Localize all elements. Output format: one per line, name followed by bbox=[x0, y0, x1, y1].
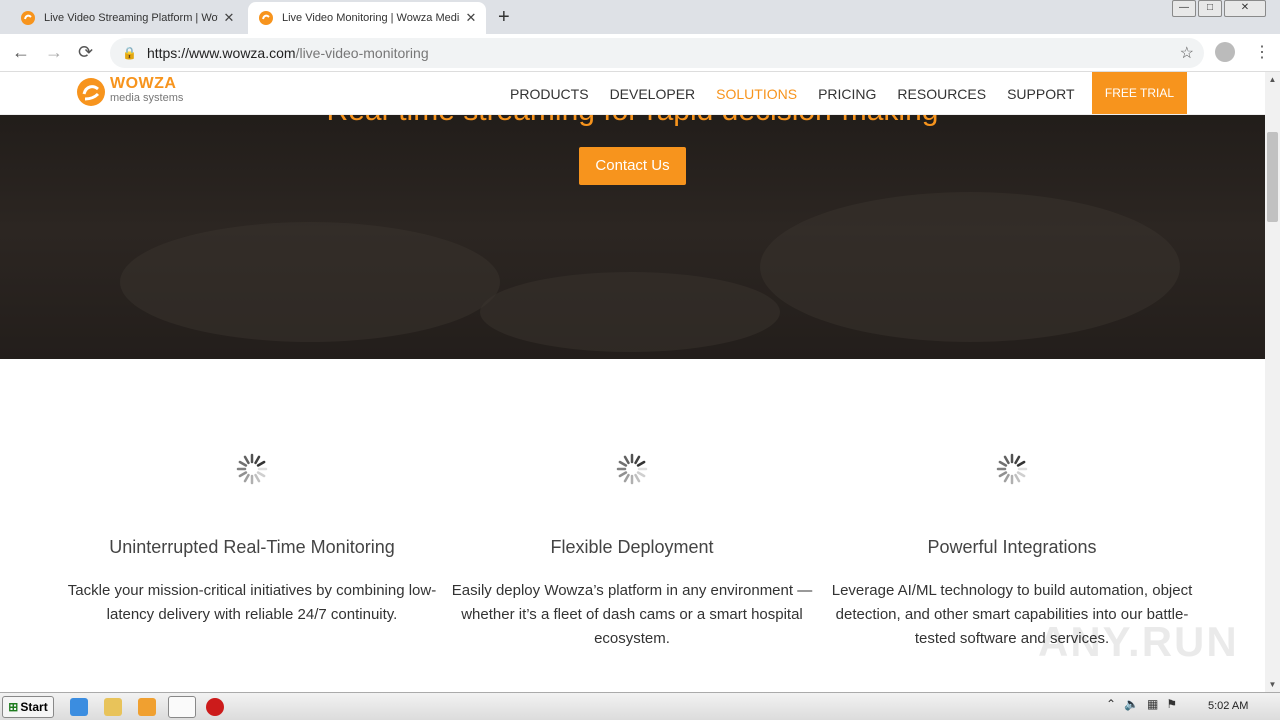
new-tab-icon[interactable]: + bbox=[498, 6, 510, 29]
page-viewport: Real-time streaming for rapid decision-m… bbox=[0, 72, 1265, 692]
hero-rock-texture bbox=[760, 192, 1180, 342]
tray-expand-icon[interactable]: ⌃ bbox=[1106, 697, 1116, 711]
spinner-spoke bbox=[1014, 455, 1021, 465]
tab-live-streaming[interactable]: Live Video Streaming Platform | Wowza ✕ bbox=[10, 2, 244, 34]
flag-icon[interactable]: ⚑ bbox=[1166, 697, 1177, 711]
loading-spinner-icon bbox=[616, 453, 648, 485]
hero-rock-texture bbox=[480, 272, 780, 352]
tab-strip: Live Video Streaming Platform | Wowza ✕ … bbox=[0, 0, 1280, 34]
address-bar[interactable]: 🔒 https://www.wowza.com/live-video-monit… bbox=[110, 38, 1204, 68]
feature-title: Powerful Integrations bbox=[927, 537, 1097, 557]
close-window-button[interactable]: ✕ bbox=[1224, 0, 1266, 17]
logo-text: WOWZA media systems bbox=[110, 75, 184, 105]
tab-title: Live Video Streaming Platform | Wowza bbox=[44, 12, 218, 24]
tab-close-icon[interactable]: ✕ bbox=[460, 10, 482, 26]
spinner-spoke bbox=[1003, 473, 1010, 483]
start-button[interactable]: ⊞ Start bbox=[2, 696, 54, 718]
clock[interactable]: 5:02 AM bbox=[1208, 700, 1248, 712]
page-scrollbar[interactable]: ▲ ▼ bbox=[1265, 72, 1280, 692]
spinner-spoke bbox=[634, 455, 641, 465]
spinner-spoke bbox=[634, 473, 641, 483]
opera-icon[interactable] bbox=[206, 698, 224, 716]
spinner-spoke bbox=[998, 471, 1008, 478]
spinner-spoke bbox=[254, 473, 261, 483]
media-player-icon[interactable] bbox=[138, 698, 156, 716]
scroll-up-icon[interactable]: ▲ bbox=[1265, 72, 1280, 87]
spinner-spoke bbox=[623, 473, 630, 483]
site-header: WOWZA media systems PRODUCTS DEVELOPER S… bbox=[0, 72, 1265, 115]
spinner-spoke bbox=[1003, 455, 1010, 465]
nav-support[interactable]: SUPPORT bbox=[1007, 86, 1074, 102]
spinner-spoke bbox=[1016, 471, 1026, 478]
internet-explorer-icon[interactable] bbox=[70, 698, 88, 716]
spinner-spoke bbox=[618, 460, 628, 467]
free-trial-button[interactable]: FREE TRIAL bbox=[1092, 72, 1187, 114]
loading-spinner-icon bbox=[996, 453, 1028, 485]
feature-description: Easily deploy Wowza’s platform in any en… bbox=[451, 582, 813, 647]
reload-icon[interactable]: ⟳ bbox=[78, 42, 93, 63]
back-arrow-icon[interactable]: ← bbox=[12, 42, 30, 63]
spinner-spoke bbox=[243, 473, 250, 483]
scroll-thumb[interactable] bbox=[1267, 132, 1278, 222]
profile-avatar-icon[interactable] bbox=[1215, 42, 1235, 62]
anyrun-watermark: ANY.RUN bbox=[1038, 618, 1239, 665]
nav-pricing[interactable]: PRICING bbox=[818, 86, 876, 102]
spinner-spoke bbox=[636, 460, 646, 467]
feature-description: Tackle your mission-critical initiatives… bbox=[67, 582, 437, 623]
contact-us-button[interactable]: Contact Us bbox=[579, 147, 686, 185]
hero-banner: Real-time streaming for rapid decision-m… bbox=[0, 72, 1265, 359]
spinner-spoke bbox=[238, 471, 248, 478]
spinner-spoke bbox=[243, 455, 250, 465]
wowza-logo[interactable]: WOWZA media systems bbox=[76, 75, 196, 109]
nav-solutions[interactable]: SOLUTIONS bbox=[716, 86, 797, 102]
tab-close-icon[interactable]: ✕ bbox=[218, 10, 240, 26]
lock-icon: 🔒 bbox=[122, 46, 137, 60]
spinner-spoke bbox=[1014, 473, 1021, 483]
logo-subtitle: media systems bbox=[110, 92, 184, 104]
network-icon[interactable]: ▦ bbox=[1147, 697, 1158, 711]
chrome-taskbar-icon[interactable] bbox=[168, 696, 196, 718]
spinner-spoke bbox=[256, 460, 266, 467]
nav-developer[interactable]: DEVELOPER bbox=[610, 86, 696, 102]
spinner-spoke bbox=[238, 460, 248, 467]
taskbar: ⊞ Start ⌃ 🔈 ▦ ⚑ 5:02 AM bbox=[0, 692, 1280, 720]
main-nav: PRODUCTS DEVELOPER SOLUTIONS PRICING RES… bbox=[510, 72, 1096, 115]
wowza-logo-icon bbox=[77, 78, 105, 106]
tab-title: Live Video Monitoring | Wowza Media bbox=[282, 12, 460, 24]
tab-live-monitoring[interactable]: Live Video Monitoring | Wowza Media ✕ bbox=[248, 2, 486, 34]
logo-brand: WOWZA bbox=[110, 75, 177, 92]
loading-spinner-icon bbox=[236, 453, 268, 485]
spinner-spoke bbox=[254, 455, 261, 465]
url-path: /live-video-monitoring bbox=[295, 45, 429, 61]
volume-icon[interactable]: 🔈 bbox=[1124, 697, 1139, 711]
folder-icon[interactable] bbox=[104, 698, 122, 716]
nav-resources[interactable]: RESOURCES bbox=[897, 86, 986, 102]
spinner-spoke bbox=[998, 460, 1008, 467]
minimize-button[interactable]: — bbox=[1172, 0, 1196, 17]
start-label: Start bbox=[20, 700, 48, 714]
nav-products[interactable]: PRODUCTS bbox=[510, 86, 589, 102]
maximize-button[interactable]: □ bbox=[1198, 0, 1222, 17]
feature-title: Flexible Deployment bbox=[550, 537, 714, 557]
spinner-spoke bbox=[636, 471, 646, 478]
system-tray: ⌃ 🔈 ▦ ⚑ bbox=[1106, 697, 1177, 711]
url-host: https://www.wowza.com bbox=[146, 45, 296, 61]
menu-kebab-icon[interactable]: ⋮ bbox=[1254, 42, 1270, 62]
bookmark-star-icon[interactable]: ☆ bbox=[1180, 43, 1194, 63]
feature-title: Uninterrupted Real-Time Monitoring bbox=[109, 537, 395, 557]
windows-logo-icon: ⊞ bbox=[8, 700, 19, 714]
spinner-spoke bbox=[1016, 460, 1026, 467]
window-controls: — □ ✕ bbox=[1172, 0, 1266, 17]
forward-arrow-icon[interactable]: → bbox=[45, 42, 63, 63]
spinner-spoke bbox=[256, 471, 266, 478]
scroll-down-icon[interactable]: ▼ bbox=[1265, 677, 1280, 692]
wowza-favicon-icon bbox=[259, 11, 273, 25]
wowza-favicon-icon bbox=[21, 11, 35, 25]
browser-toolbar: ← → ⟳ 🔒 https://www.wowza.com/live-video… bbox=[0, 34, 1280, 72]
spinner-spoke bbox=[623, 455, 630, 465]
spinner-spoke bbox=[618, 471, 628, 478]
hero-rock-texture bbox=[120, 222, 500, 342]
